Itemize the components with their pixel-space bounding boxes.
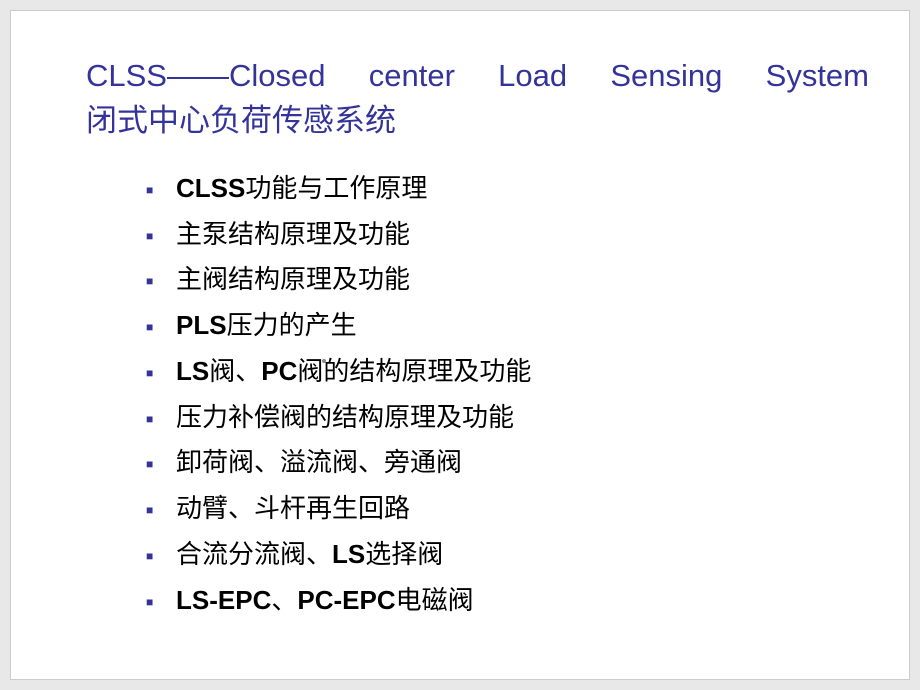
bullet-prefix: CLSS: [176, 173, 245, 203]
bullet-text: 压力的产生: [227, 310, 357, 340]
list-item: 主阀结构原理及功能: [146, 257, 909, 303]
list-item: LS阀、PC阀的结构原理及功能: [146, 349, 909, 395]
slide: CLSS——Closed center Load Sensing System …: [10, 10, 910, 680]
bullet-prefix: PLS: [176, 310, 227, 340]
bullet-text: 主泵结构原理及功能: [176, 219, 410, 249]
list-item: 主泵结构原理及功能: [146, 212, 909, 258]
bullet-text: 、: [271, 585, 297, 615]
slide-title: CLSS——Closed center Load Sensing System …: [11, 54, 909, 144]
bullet-text: 主阀结构原理及功能: [176, 264, 410, 294]
list-item: 卸荷阀、溢流阀、旁通阀: [146, 440, 909, 486]
title-line-2: 闭式中心负荷传感系统: [86, 99, 869, 144]
bullet-text: 合流分流阀、: [176, 539, 332, 569]
list-item: 压力补偿阀的结构原理及功能: [146, 395, 909, 441]
list-item: LS-EPC、PC-EPC电磁阀: [146, 578, 909, 624]
bullet-text: 压力补偿阀的结构原理及功能: [176, 402, 514, 432]
bullet-suffix: 电磁阀: [396, 585, 474, 615]
bullet-suffix: 选择阀: [365, 539, 443, 569]
bullet-mid: PC: [261, 356, 297, 386]
bullet-mid: PC-EPC: [297, 585, 395, 615]
title-line-1: CLSS——Closed center Load Sensing System: [86, 58, 869, 93]
bullet-prefix: LS: [176, 356, 209, 386]
list-item: 动臂、斗杆再生回路: [146, 486, 909, 532]
bullet-prefix: LS-EPC: [176, 585, 271, 615]
bullet-text: 阀、: [209, 356, 261, 386]
bullet-list: CLSS功能与工作原理 主泵结构原理及功能 主阀结构原理及功能 PLS压力的产生…: [11, 166, 909, 624]
list-item: PLS压力的产生: [146, 303, 909, 349]
bullet-mid: LS: [332, 539, 365, 569]
list-item: 合流分流阀、LS选择阀: [146, 532, 909, 578]
bullet-text: 功能与工作原理: [245, 173, 427, 203]
bullet-text: 动臂、斗杆再生回路: [176, 493, 410, 523]
list-item: CLSS功能与工作原理: [146, 166, 909, 212]
bullet-text: 卸荷阀、溢流阀、旁通阀: [176, 447, 462, 477]
bullet-suffix: 阀的结构原理及功能: [297, 356, 531, 386]
